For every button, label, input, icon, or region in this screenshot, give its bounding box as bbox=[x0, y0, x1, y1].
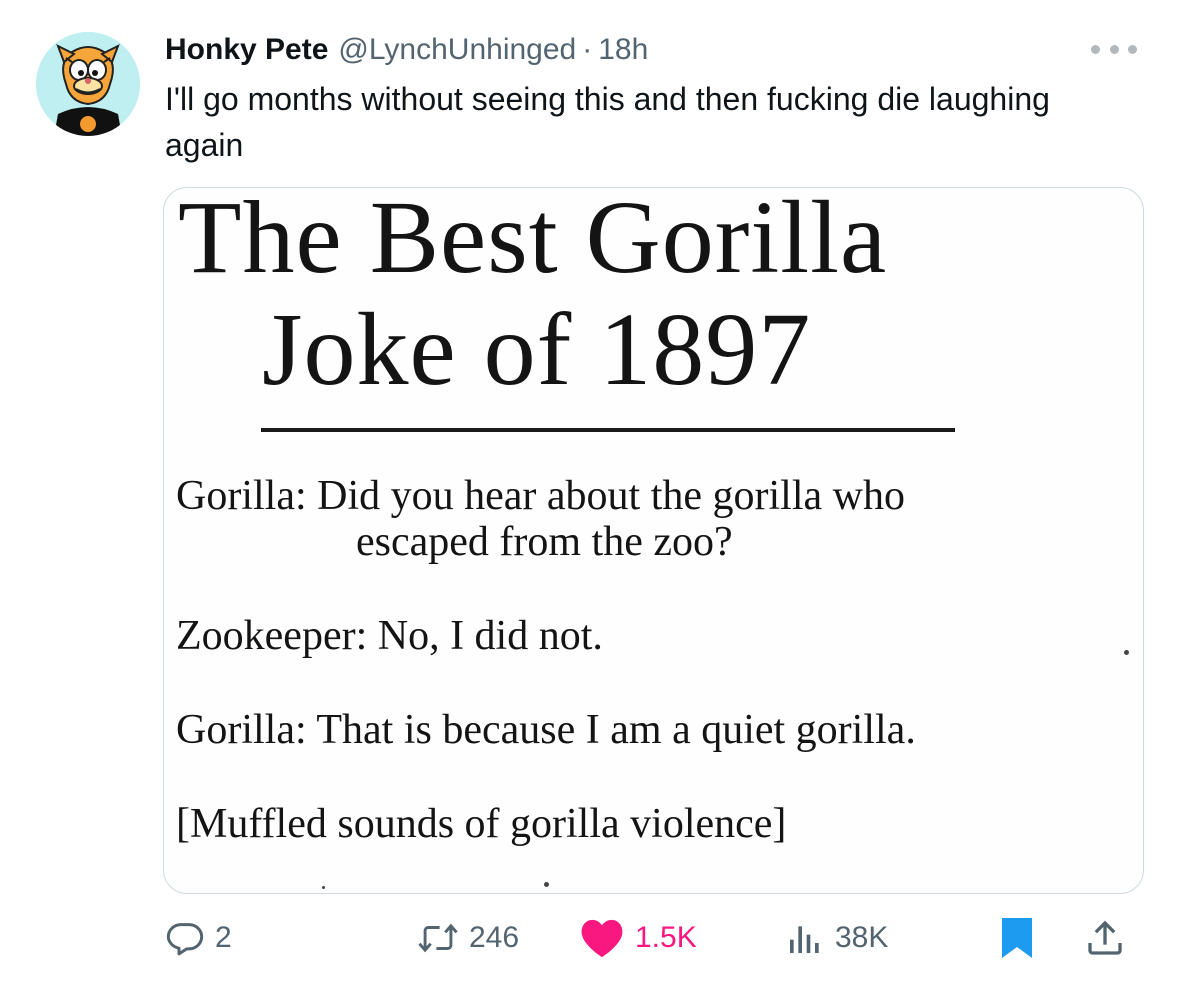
dot-3 bbox=[1128, 44, 1137, 54]
joke-line-4: Gorilla: That is because I am a quiet go… bbox=[176, 707, 916, 753]
joke-title-line-1: The Best Gorilla bbox=[178, 187, 888, 295]
action-bar: 2 246 1.5K 38K bbox=[165, 910, 1140, 966]
scan-speck bbox=[1124, 650, 1129, 655]
like-count: 1.5K bbox=[635, 921, 697, 954]
more-dots-icon[interactable] bbox=[1091, 34, 1137, 64]
view-count: 38K bbox=[835, 921, 889, 954]
views-button[interactable]: 38K bbox=[785, 910, 888, 966]
tweet-text: I'll go months without seeing this and t… bbox=[165, 81, 1050, 163]
joke-title-line-2: Joke of 1897 bbox=[262, 292, 812, 407]
timestamp[interactable]: 18h bbox=[598, 33, 648, 67]
bookmark-filled-icon bbox=[1002, 918, 1032, 958]
joke-line-3: Zookeeper: No, I did not. bbox=[176, 613, 603, 659]
dot-1 bbox=[1091, 44, 1100, 54]
garfield-avatar-icon bbox=[36, 32, 140, 136]
joke-line-5: [Muffled sounds of gorilla violence] bbox=[176, 801, 787, 847]
separator-dot: · bbox=[582, 33, 593, 66]
reply-count: 2 bbox=[215, 921, 232, 954]
like-button[interactable]: 1.5K bbox=[579, 910, 697, 966]
repost-count: 246 bbox=[469, 921, 520, 954]
title-underline bbox=[261, 428, 955, 432]
share-upload-icon bbox=[1088, 920, 1122, 955]
tweet-image[interactable]: The Best Gorilla Joke of 1897 Gorilla: D… bbox=[163, 187, 1144, 894]
display-name[interactable]: Honky Pete bbox=[165, 33, 328, 67]
repost-button[interactable]: 246 bbox=[417, 910, 519, 966]
bar-chart-icon bbox=[790, 926, 819, 953]
heart-filled-icon bbox=[581, 919, 623, 958]
joke-line-1: Gorilla: Did you hear about the gorilla … bbox=[176, 473, 905, 519]
user-handle[interactable]: @LynchUnhinged bbox=[338, 33, 576, 67]
avatar[interactable] bbox=[36, 32, 140, 136]
tweet: Honky Pete @LynchUnhinged · 18h I'll go … bbox=[0, 0, 1179, 984]
scan-speck bbox=[544, 882, 549, 887]
dot-2 bbox=[1109, 44, 1119, 54]
joke-image-content: The Best Gorilla Joke of 1897 Gorilla: D… bbox=[164, 188, 1143, 893]
speech-bubble-icon bbox=[166, 923, 204, 956]
repost-arrows-icon bbox=[418, 923, 458, 953]
bookmark-button[interactable] bbox=[999, 910, 1035, 966]
share-button[interactable] bbox=[1085, 910, 1125, 966]
joke-line-2: escaped from the zoo? bbox=[356, 519, 733, 565]
tweet-header: Honky Pete @LynchUnhinged · 18h bbox=[165, 30, 648, 70]
reply-button[interactable]: 2 bbox=[165, 910, 232, 966]
scan-speck bbox=[322, 886, 325, 889]
